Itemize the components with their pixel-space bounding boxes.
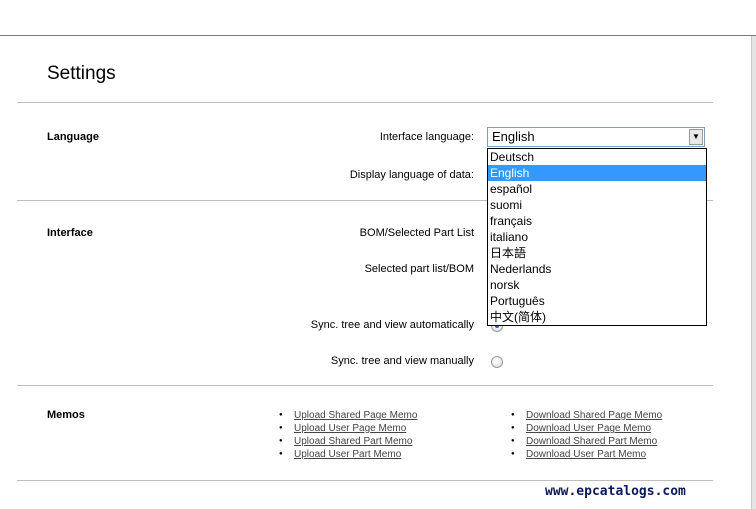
section-interface-heading: Interface bbox=[47, 227, 93, 239]
language-option[interactable]: Nederlands bbox=[488, 261, 706, 277]
page-title: Settings bbox=[47, 63, 116, 84]
list-item: Download Shared Page Memo bbox=[511, 409, 662, 422]
section-language-heading: Language bbox=[47, 131, 99, 143]
list-item: Download Shared Part Memo bbox=[511, 435, 662, 448]
sync-manual-label: Sync. tree and view manually bbox=[330, 355, 474, 367]
language-option[interactable]: Deutsch bbox=[488, 149, 706, 165]
download-memo-list: Download Shared Page Memo Download User … bbox=[511, 409, 662, 461]
window-top-border bbox=[0, 35, 756, 36]
language-option[interactable]: italiano bbox=[488, 229, 706, 245]
divider bbox=[17, 102, 713, 103]
list-item: Upload Shared Part Memo bbox=[279, 435, 417, 448]
language-option[interactable]: 日本語 bbox=[488, 245, 706, 261]
divider bbox=[17, 480, 713, 481]
list-item: Upload User Part Memo bbox=[279, 448, 417, 461]
upload-user-part-memo-link[interactable]: Upload User Part Memo bbox=[294, 449, 401, 460]
divider bbox=[17, 385, 713, 386]
bom-selected-part-list-label: BOM/Selected Part List bbox=[359, 227, 474, 239]
interface-language-select[interactable]: English ▼ bbox=[487, 127, 705, 147]
list-item: Download User Page Memo bbox=[511, 422, 662, 435]
language-option[interactable]: français bbox=[488, 213, 706, 229]
download-user-part-memo-link[interactable]: Download User Part Memo bbox=[526, 449, 646, 460]
upload-user-page-memo-link[interactable]: Upload User Page Memo bbox=[294, 423, 406, 434]
language-option[interactable]: español bbox=[488, 181, 706, 197]
interface-language-value: English bbox=[492, 129, 535, 144]
vertical-scrollbar[interactable] bbox=[751, 36, 756, 509]
language-option[interactable]: 中文(简体) bbox=[488, 309, 706, 325]
list-item: Download User Part Memo bbox=[511, 448, 662, 461]
download-shared-part-memo-link[interactable]: Download Shared Part Memo bbox=[526, 436, 657, 447]
sync-auto-label: Sync. tree and view automatically bbox=[310, 319, 474, 331]
list-item: Upload User Page Memo bbox=[279, 422, 417, 435]
upload-memo-list: Upload Shared Page Memo Upload User Page… bbox=[279, 409, 417, 461]
chevron-down-icon[interactable]: ▼ bbox=[689, 129, 703, 145]
upload-shared-page-memo-link[interactable]: Upload Shared Page Memo bbox=[294, 410, 417, 421]
watermark-text: www.epcatalogs.com bbox=[545, 484, 686, 499]
language-option[interactable]: suomi bbox=[488, 197, 706, 213]
language-option[interactable]: English bbox=[488, 165, 706, 181]
section-memos-heading: Memos bbox=[47, 409, 85, 421]
sync-manual-radio[interactable] bbox=[491, 356, 503, 368]
interface-language-label: Interface language: bbox=[379, 131, 474, 143]
selected-part-list-bom-label: Selected part list/BOM bbox=[364, 263, 474, 275]
language-dropdown-list[interactable]: Deutsch English español suomi français italia… bbox=[487, 148, 707, 326]
language-option[interactable]: Português bbox=[488, 293, 706, 309]
display-language-label: Display language of data: bbox=[349, 169, 474, 181]
language-option[interactable]: norsk bbox=[488, 277, 706, 293]
download-shared-page-memo-link[interactable]: Download Shared Page Memo bbox=[526, 410, 662, 421]
list-item: Upload Shared Page Memo bbox=[279, 409, 417, 422]
upload-shared-part-memo-link[interactable]: Upload Shared Part Memo bbox=[294, 436, 412, 447]
download-user-page-memo-link[interactable]: Download User Page Memo bbox=[526, 423, 651, 434]
